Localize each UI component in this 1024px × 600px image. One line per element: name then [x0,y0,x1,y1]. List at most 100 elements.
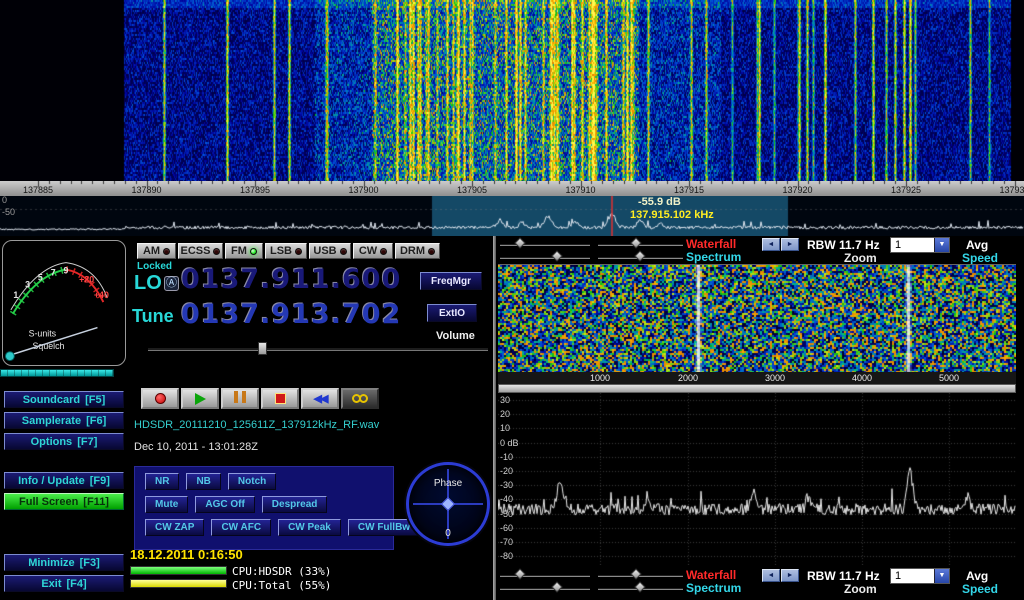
mode-ecss-button[interactable]: ECSS [178,243,223,259]
volume-slider-track[interactable] [148,347,488,351]
speed-label: Speed [962,251,998,265]
phase-scope: Phase 0 [406,462,490,546]
menu-full-screen-button[interactable]: Full Screen[F11] [4,493,124,510]
playback-controls: ◀◀ [141,388,379,409]
menu-samplerate-button[interactable]: Samplerate[F6] [4,412,124,429]
dropdown-arrow-icon[interactable]: ▼ [934,238,949,252]
spectrum-range-slider-track[interactable] [500,587,590,590]
tune-label: Tune [132,306,174,327]
rewind-button[interactable]: ◀◀ [301,388,339,409]
dsp-nb-button[interactable]: NB [186,473,220,490]
record-button[interactable] [141,388,179,409]
dsp-nr-button[interactable]: NR [145,473,179,490]
spectrum-mode-label[interactable]: Spectrum [686,581,741,595]
squelch-level-bar[interactable] [0,369,114,377]
phase-label: Phase [409,478,487,489]
waterfall-contrast-slider-handle[interactable] [631,237,642,248]
waterfall-mode-label[interactable]: Waterfall [686,237,736,251]
prev-arrow-button[interactable]: ◄ [762,238,780,251]
menu-exit-button[interactable]: Exit[F4] [4,575,124,592]
avg-dropdown[interactable]: 1▼ [890,237,950,253]
dsp-cw-afc-button[interactable]: CW AFC [211,519,271,536]
mode-led [163,248,170,255]
mode-lsb-button[interactable]: LSB [265,243,307,259]
next-arrow-button[interactable]: ► [781,238,799,251]
dsp-agc-off-button[interactable]: AGC Off [195,496,254,513]
spectrum-range-slider-handle[interactable] [552,250,563,261]
dsp-cw-zap-button[interactable]: CW ZAP [145,519,204,536]
loop-icon [353,390,367,408]
next-arrow-button[interactable]: ► [781,569,799,582]
lo-frequency-display[interactable]: 0137.911.600 [181,264,401,295]
cpu-hdsdr-bar [130,566,227,575]
locked-label: Locked [137,261,172,272]
avg-dropdown[interactable]: 1▼ [890,568,950,584]
spectrum-offset-slider-handle[interactable] [634,250,645,261]
stop-button[interactable] [261,388,299,409]
volume-slider-handle[interactable] [258,342,267,355]
menu-soundcard-button[interactable]: Soundcard[F5] [4,391,124,408]
mode-cw-button[interactable]: CW [353,243,393,259]
mode-fm-button[interactable]: FM [225,243,263,259]
audio-spectrum-trace[interactable] [498,393,1016,565]
pause-button[interactable] [221,388,259,409]
menu-options-button[interactable]: Options[F7] [4,433,124,450]
play-icon [195,393,206,405]
waterfall-contrast-slider-handle[interactable] [631,568,642,579]
tune-frequency-display[interactable]: 0137.913.702 [181,299,401,330]
rf-waterfall-display[interactable] [0,0,1024,181]
waterfall-brightness-slider-handle[interactable] [515,237,526,248]
cursor-db-readout: -55.9 dB [638,196,681,208]
db-scale-label: -70 [500,537,513,547]
prev-arrow-button[interactable]: ◄ [762,569,780,582]
waterfall-mode-label[interactable]: Waterfall [686,568,736,582]
rewind-icon: ◀◀ [314,392,327,405]
recording-file-date: Dec 10, 2011 - 13:01:28Z [134,441,258,453]
stop-icon [275,393,286,404]
spectrum-range-slider-track[interactable] [500,256,590,259]
mode-drm-button[interactable]: DRM [395,243,440,259]
squelch-knob[interactable] [5,352,14,361]
svg-text:1: 1 [13,290,18,300]
phase-zero-label: 0 [409,528,487,539]
audio-display-scrollbar[interactable] [498,384,1016,393]
waterfall-brightness-slider-track[interactable] [500,243,590,246]
db-scale-label: 10 [500,423,510,433]
frequency-ruler[interactable]: 1378851378901378951379001379051379101379… [0,181,1024,196]
rf-spectrum-trace[interactable] [0,196,1024,236]
ruler-label: 137915 [674,185,704,195]
mode-led [250,248,257,255]
cpu-total-bar [130,579,227,588]
phase-marker [441,497,455,511]
spectrum-mode-label[interactable]: Spectrum [686,250,741,264]
play-button[interactable] [181,388,219,409]
menu-minimize-button[interactable]: Minimize[F3] [4,554,124,571]
dropdown-arrow-icon[interactable]: ▼ [934,569,949,583]
s-meter[interactable]: 13579+20+40 S-units Squelch [2,240,126,366]
waterfall-brightness-slider-handle[interactable] [515,568,526,579]
spectrum-offset-slider-handle[interactable] [634,581,645,592]
display-controls-top: Waterfall ◄ ► RBW 11.7 Hz 1▼ Avg Spectru… [498,237,1024,265]
extio-button[interactable]: ExtIO [427,304,477,322]
svg-text:+20: +20 [79,274,94,284]
audio-spectrum-display[interactable]: 3020100 dB-10-20-30-40-50-60-70-80 [498,393,1016,565]
dsp-cw-peak-button[interactable]: CW Peak [278,519,341,536]
db-scale-label: -50 [2,207,15,217]
freqmgr-button[interactable]: FreqMgr [420,272,482,290]
dsp-notch-button[interactable]: Notch [228,473,276,490]
spectrum-range-slider-handle[interactable] [552,581,563,592]
record-icon [155,393,166,404]
mode-usb-button[interactable]: USB [309,243,351,259]
rf-spectrum-overview[interactable]: 0 -50 -55.9 dB 137.915.102 kHz [0,196,1024,236]
loop-button[interactable] [341,388,379,409]
dsp-despread-button[interactable]: Despread [262,496,328,513]
dsp-mute-button[interactable]: Mute [145,496,188,513]
cpu-total-text: CPU:Total (55%) [232,579,331,592]
mode-am-button[interactable]: AM [137,243,176,259]
waterfall-brightness-slider-track[interactable] [500,574,590,577]
lo-lock-button[interactable]: Ⓐ [164,276,179,291]
audio-waterfall-display[interactable] [498,264,1016,373]
audio-freq-tick: 3000 [765,373,785,383]
menu-info-update-button[interactable]: Info / Update[F9] [4,472,124,489]
ruler-label: 137885 [23,185,53,195]
